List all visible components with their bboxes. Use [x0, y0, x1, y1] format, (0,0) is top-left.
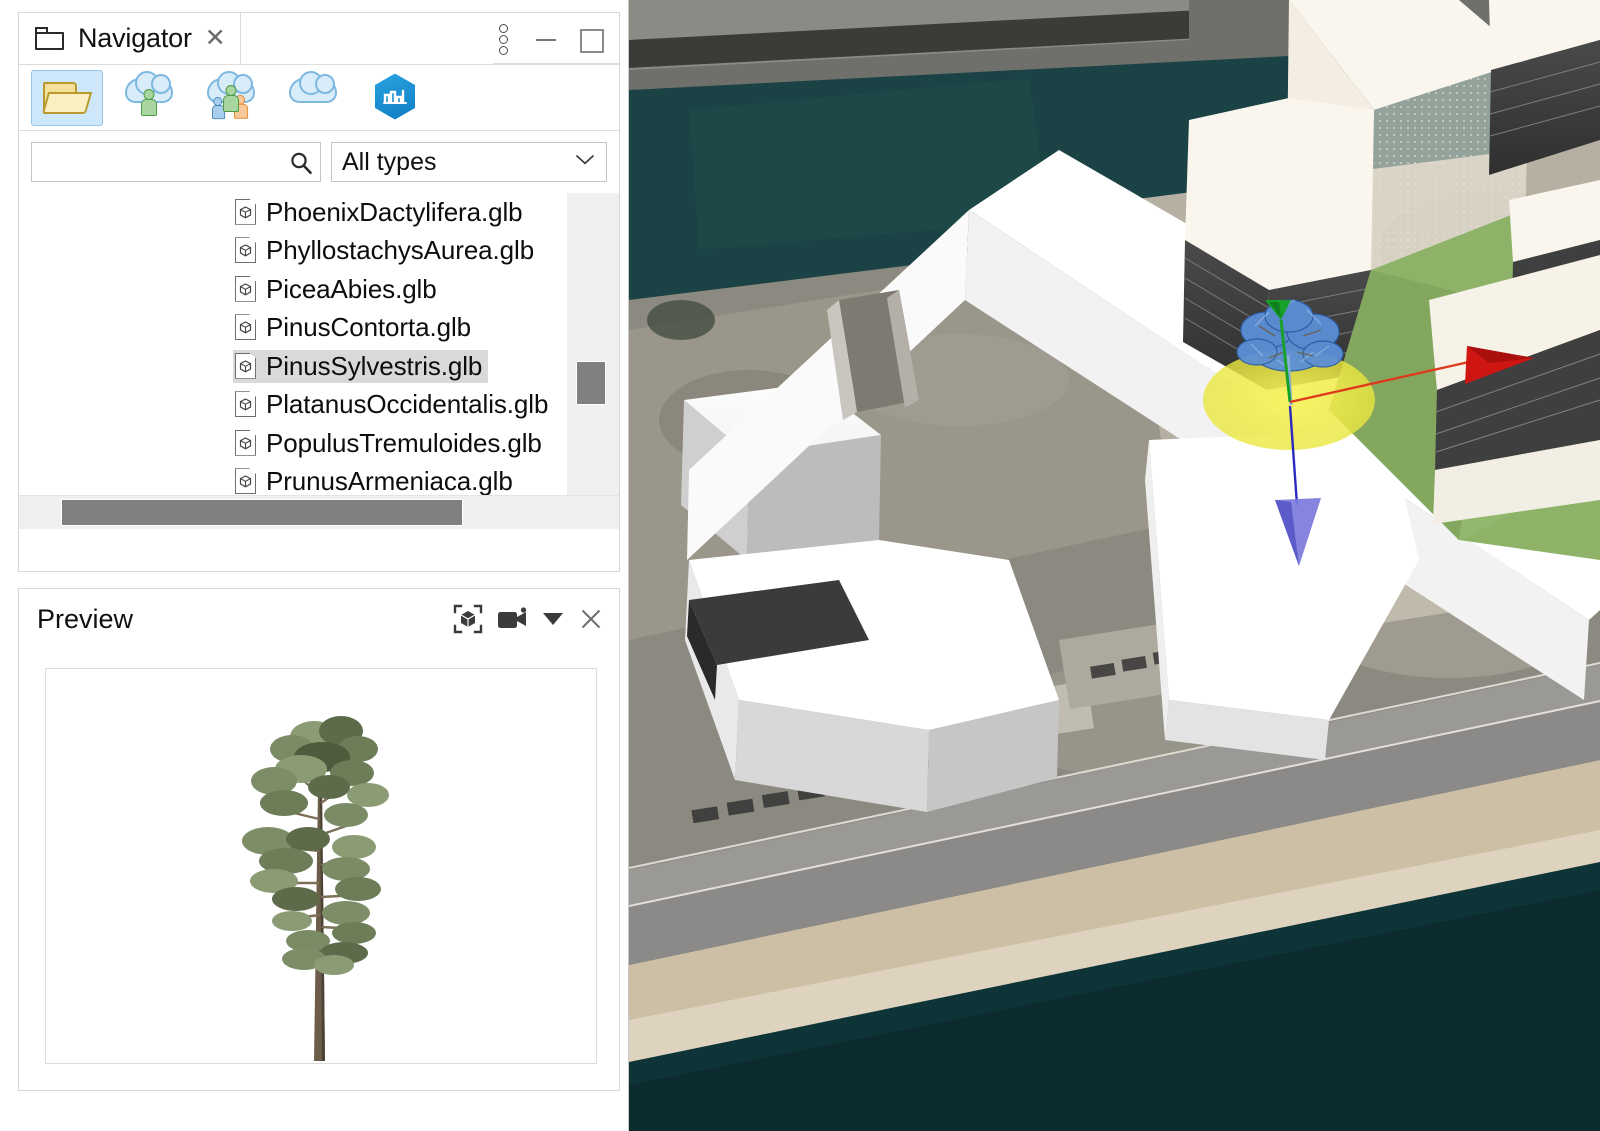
file-list-item[interactable]: PinusSylvestris.glb — [19, 347, 567, 386]
preview-toolbar — [453, 604, 605, 634]
toolbar-button-local-folder[interactable] — [31, 70, 103, 126]
file-list-item[interactable]: PopulusTremuloides.glb — [19, 424, 567, 463]
file-name-label: PinusContorta.glb — [266, 314, 471, 340]
toolbar-button-public-content[interactable] — [277, 70, 349, 126]
vertical-scrollbar-thumb[interactable] — [576, 361, 606, 405]
preview-model-render — [46, 669, 597, 1064]
building-lshape-white — [685, 540, 1059, 812]
application-window: Navigator ✕ — [0, 0, 1600, 1131]
toolbar-button-my-content[interactable] — [113, 70, 185, 126]
glb-file-icon — [235, 276, 257, 302]
file-name-label: PinusSylvestris.glb — [266, 353, 482, 379]
file-name-label: PhyllostachysAurea.glb — [266, 237, 534, 263]
left-dock: Navigator ✕ — [0, 0, 628, 1131]
file-list-item[interactable]: PhyllostachysAurea.glb — [19, 232, 567, 271]
navigator-tabbar: Navigator ✕ — [19, 13, 619, 65]
toolbar-button-living-atlas[interactable] — [359, 70, 431, 126]
glb-file-icon — [235, 391, 257, 417]
horizontal-scrollbar-thumb[interactable] — [61, 499, 463, 526]
preview-canvas[interactable] — [45, 668, 597, 1064]
close-icon[interactable]: ✕ — [205, 26, 226, 51]
maximize-icon[interactable] — [577, 25, 603, 51]
cloud-icon — [287, 77, 339, 119]
file-list-item[interactable]: PlatanusOccidentalis.glb — [19, 386, 567, 425]
cloud-person-icon — [123, 77, 175, 119]
search-icon[interactable] — [289, 151, 313, 175]
navigator-view: Navigator ✕ — [18, 12, 620, 572]
glb-file-icon — [235, 353, 257, 379]
file-name-label: PopulusTremuloides.glb — [266, 430, 542, 456]
bounding-box-icon[interactable] — [453, 604, 483, 634]
minimize-icon[interactable] — [533, 25, 559, 51]
kebab-menu-icon[interactable] — [493, 21, 515, 55]
navigator-toolbar — [19, 65, 619, 131]
file-name-label: PhoenixDactylifera.glb — [266, 199, 523, 225]
tab-navigator[interactable]: Navigator ✕ — [19, 13, 241, 64]
file-name-label: PrunusArmeniaca.glb — [266, 468, 513, 494]
scene-render — [629, 0, 1600, 1131]
glb-file-icon — [235, 199, 257, 225]
close-icon[interactable] — [577, 605, 605, 633]
preview-title: Preview — [37, 606, 133, 633]
file-list-item[interactable]: PinusContorta.glb — [19, 309, 567, 348]
open-folder-icon — [43, 80, 91, 116]
horizontal-scrollbar[interactable] — [19, 495, 619, 529]
navigator-window-controls — [493, 13, 619, 64]
glb-file-icon — [235, 237, 257, 263]
glb-file-icon — [235, 430, 257, 456]
type-filter-select[interactable]: All types — [331, 142, 607, 182]
tab-navigator-label: Navigator — [78, 25, 192, 52]
hexagon-waveform-icon — [373, 74, 417, 122]
toolbar-button-shared-content[interactable] — [195, 70, 267, 126]
caret-down-icon[interactable] — [543, 613, 563, 625]
vertical-scrollbar[interactable] — [567, 193, 619, 529]
folder-icon — [35, 27, 65, 51]
preview-header: Preview — [19, 589, 619, 649]
file-name-label: PiceaAbies.glb — [266, 276, 437, 302]
type-filter-value: All types — [342, 150, 436, 175]
glb-file-icon — [235, 468, 257, 494]
glb-file-icon — [235, 314, 257, 340]
search-input[interactable] — [32, 143, 320, 181]
file-list-item[interactable]: PiceaAbies.glb — [19, 270, 567, 309]
preview-view: Preview — [18, 588, 620, 1091]
building-angled-cream — [1429, 255, 1600, 524]
chevron-down-icon[interactable] — [576, 155, 594, 165]
search-field[interactable] — [31, 142, 321, 182]
file-list-inner: PhoenixDactylifera.glb PhyllostachysAurea… — [19, 193, 567, 529]
cloud-group-icon — [205, 77, 257, 119]
camera-icon[interactable] — [497, 607, 529, 631]
3d-scene-viewport[interactable] — [628, 0, 1600, 1131]
file-list-item[interactable]: PhoenixDactylifera.glb — [19, 193, 567, 232]
file-name-label: PlatanusOccidentalis.glb — [266, 391, 548, 417]
file-list: PhoenixDactylifera.glb PhyllostachysAurea… — [19, 193, 619, 529]
navigator-search-row: All types — [19, 131, 619, 193]
